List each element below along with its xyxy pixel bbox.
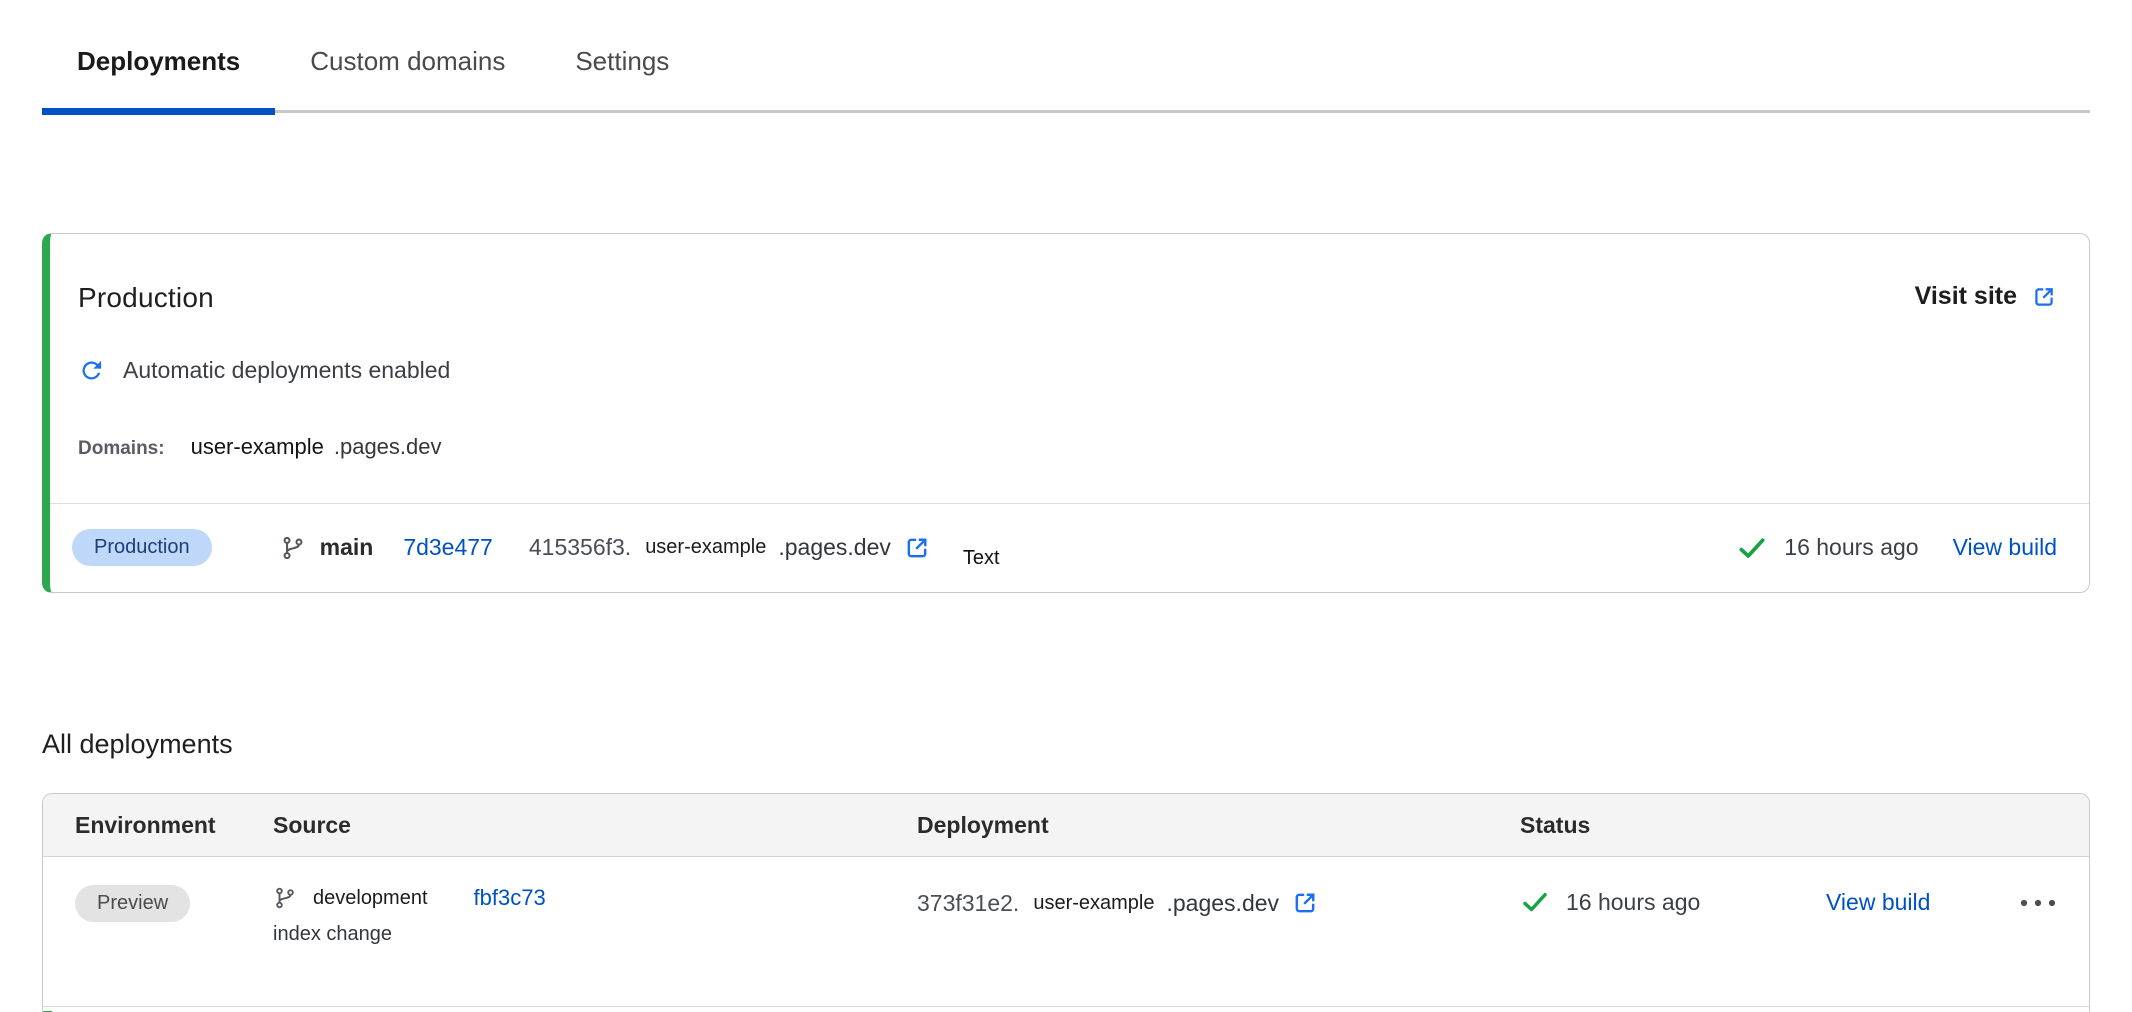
deployment-domain: user-example <box>1033 892 1154 915</box>
git-branch-icon <box>273 886 297 910</box>
deployment-id: 373f31e2. <box>917 890 1019 917</box>
commit-link[interactable]: 7d3e477 <box>403 534 493 561</box>
tab-bar: Deployments Custom domains Settings <box>42 0 2090 113</box>
domains-label: Domains: <box>78 438 165 460</box>
domain-suffix: .pages.dev <box>334 434 442 460</box>
commit-message: index change <box>273 923 917 946</box>
column-header-source: Source <box>273 812 917 839</box>
view-build-link[interactable]: View build <box>1826 889 1930 916</box>
deployment-time: 16 hours ago <box>1566 889 1700 916</box>
deployment-time: 16 hours ago <box>1784 534 1918 561</box>
deployment-domain-suffix: .pages.dev <box>1167 890 1280 917</box>
production-deployment-row: Production main 7d3e477 415356f3. user-e… <box>50 503 2089 592</box>
deployments-table: Environment Source Deployment Status Pre… <box>42 793 2090 1012</box>
visit-site-label: Visit site <box>1915 282 2017 311</box>
domain-name: user-example <box>191 434 324 460</box>
production-card: Production Visit site Automatic deploym <box>42 233 2090 593</box>
column-header-deployment: Deployment <box>917 812 1520 839</box>
visit-site-link[interactable]: Visit site <box>1915 282 2057 311</box>
view-build-link[interactable]: View build <box>1953 534 2057 561</box>
column-header-status: Status <box>1520 812 1826 839</box>
refresh-icon <box>78 357 105 384</box>
column-header-environment: Environment <box>43 812 273 839</box>
external-link-icon[interactable] <box>1291 889 1319 917</box>
commit-link[interactable]: fbf3c73 <box>474 885 546 911</box>
environment-badge: Preview <box>75 885 190 922</box>
external-link-icon <box>2031 284 2057 310</box>
deployment-domain-suffix: .pages.dev <box>778 534 891 561</box>
branch-name: main <box>320 534 374 561</box>
success-check-icon <box>1520 887 1550 917</box>
external-link-icon[interactable] <box>903 534 931 562</box>
git-branch-icon <box>280 535 306 561</box>
production-card-title: Production <box>78 282 214 314</box>
table-header-row: Environment Source Deployment Status <box>43 794 2089 857</box>
tab-deployments[interactable]: Deployments <box>42 30 275 110</box>
tab-settings[interactable]: Settings <box>540 30 704 110</box>
deployment-id: 415356f3. <box>529 534 631 561</box>
all-deployments-heading: All deployments <box>42 729 2090 760</box>
text-annotation: Text <box>963 547 1000 570</box>
branch-name: development <box>313 887 428 910</box>
table-row: Preview development fbf3c73 index change <box>43 857 2089 1007</box>
overflow-menu-icon[interactable] <box>2017 896 2059 910</box>
deployment-domain: user-example <box>645 536 766 559</box>
auto-deployments-text: Automatic deployments enabled <box>123 357 450 384</box>
environment-badge: Production <box>72 529 212 566</box>
success-check-icon <box>1736 532 1768 564</box>
tab-custom-domains[interactable]: Custom domains <box>275 30 540 110</box>
